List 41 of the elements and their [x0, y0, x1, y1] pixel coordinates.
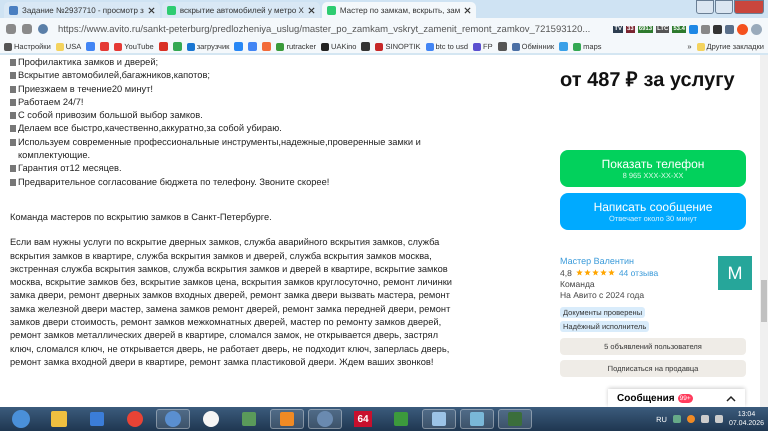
seller-since-text: На Авито с 2024 года [560, 290, 646, 301]
square-icon[interactable] [498, 42, 507, 51]
feature-text: Профилактика замков и дверей; [18, 56, 158, 69]
close-icon[interactable] [464, 6, 472, 14]
bullet-icon [10, 72, 16, 80]
maximize-button[interactable] [715, 0, 733, 14]
messenger-title: Сообщения [617, 392, 675, 404]
team-text: Команда мастеров по вскрытию замков в Санкт-Петербурге. [10, 210, 273, 224]
browser-tab[interactable]: Мастер по замкам, вскрыть, зам [322, 2, 476, 18]
browser-tab[interactable]: вскрытие автомобилей у метро Х [162, 2, 320, 18]
close-icon[interactable] [308, 6, 315, 14]
feature-text: Делаем все быстро,качественно,аккуратно,за собой убираю. [18, 122, 282, 136]
bullet-icon [10, 86, 16, 93]
address-field[interactable]: https://www.avito.ru/sankt-peterburg/predlozheniya_uslug/master_po_zamkam_vskryt_zamenit_remont_zamkov_721593120... [54, 20, 608, 38]
bullet-icon [10, 138, 16, 146]
bullet-icon [10, 112, 16, 120]
bullet-icon [10, 178, 16, 186]
bullet-icon [10, 125, 16, 132]
seller-type-text: Команда [560, 279, 596, 290]
bullet-icon [10, 165, 16, 172]
rating-text: 4,8 [560, 268, 572, 278]
minimize-button[interactable] [696, 0, 714, 14]
taskbar-app[interactable] [422, 409, 456, 429]
feature-text: Вскрытие автомобилей,багажников,капотов; [18, 69, 210, 82]
avatar: M [718, 256, 752, 290]
feature-text: Работаем 24/7! [18, 96, 84, 109]
browser-tab[interactable]: Задание №2937710 - просмотр з [4, 2, 160, 18]
feature-text: Гарантия от12 месяцев. [18, 162, 122, 176]
bullet-icon [10, 59, 16, 66]
app-label: 64 [354, 411, 372, 427]
description-text: Если вам нужны услуги по вскрытие дверных замков, служба аварийного вскрытия замков, служба вскрытия замков в квартире, служба вскрытия замков и дверей, служба вскрытия замков москва, экстренная служба вскрытия замков, служба вскрытия замков и дверей в квартире, вскрытие замков москва, вскрытие замков без, вскрытие замков цена, вскрытия замков круглосуточно, ремонт личинки замка двери, ремонт дверных замков входных дверей, ремонт замка двери вызвать мастера, ремонт замка железной двери мастер, замена замков ремонт дверей, ремонт замка передней двери, ремонт замков двери стоимость, ремонт замков межкомнатных дверей, мастер по ремонту замков дверей, ремонт замков металлических дверей в квартире, сломался замок, не открывается дверь, застрял ключ, сломался ключ, не открывается дверь, не работает дверь, не подходит ключ, заперлась дверь, ремонт замка входной двери в квартире, ремонт замка пластиковой двери. Ждем ваших звонков! [10, 236, 454, 369]
bullet-icon [10, 98, 16, 106]
taskbar-app[interactable]: 64 [346, 409, 380, 429]
square-icon[interactable] [713, 24, 722, 34]
close-icon[interactable] [148, 6, 155, 14]
price-text: от 487 ₽ за услугу [560, 68, 736, 92]
feature-text: Используем современные профессиональные инструменты,надежные,проверенные замки и комплектующие. [18, 136, 422, 162]
chevron-up-icon[interactable] [726, 394, 736, 402]
feature-text: Приезжаем в течение20 минут! [18, 82, 153, 96]
feature-text: С собой привозим большой выбор замков. [18, 109, 203, 122]
feature-text: Предварительное согласование бюджета по телефону. Звоните скорее! [18, 176, 330, 189]
